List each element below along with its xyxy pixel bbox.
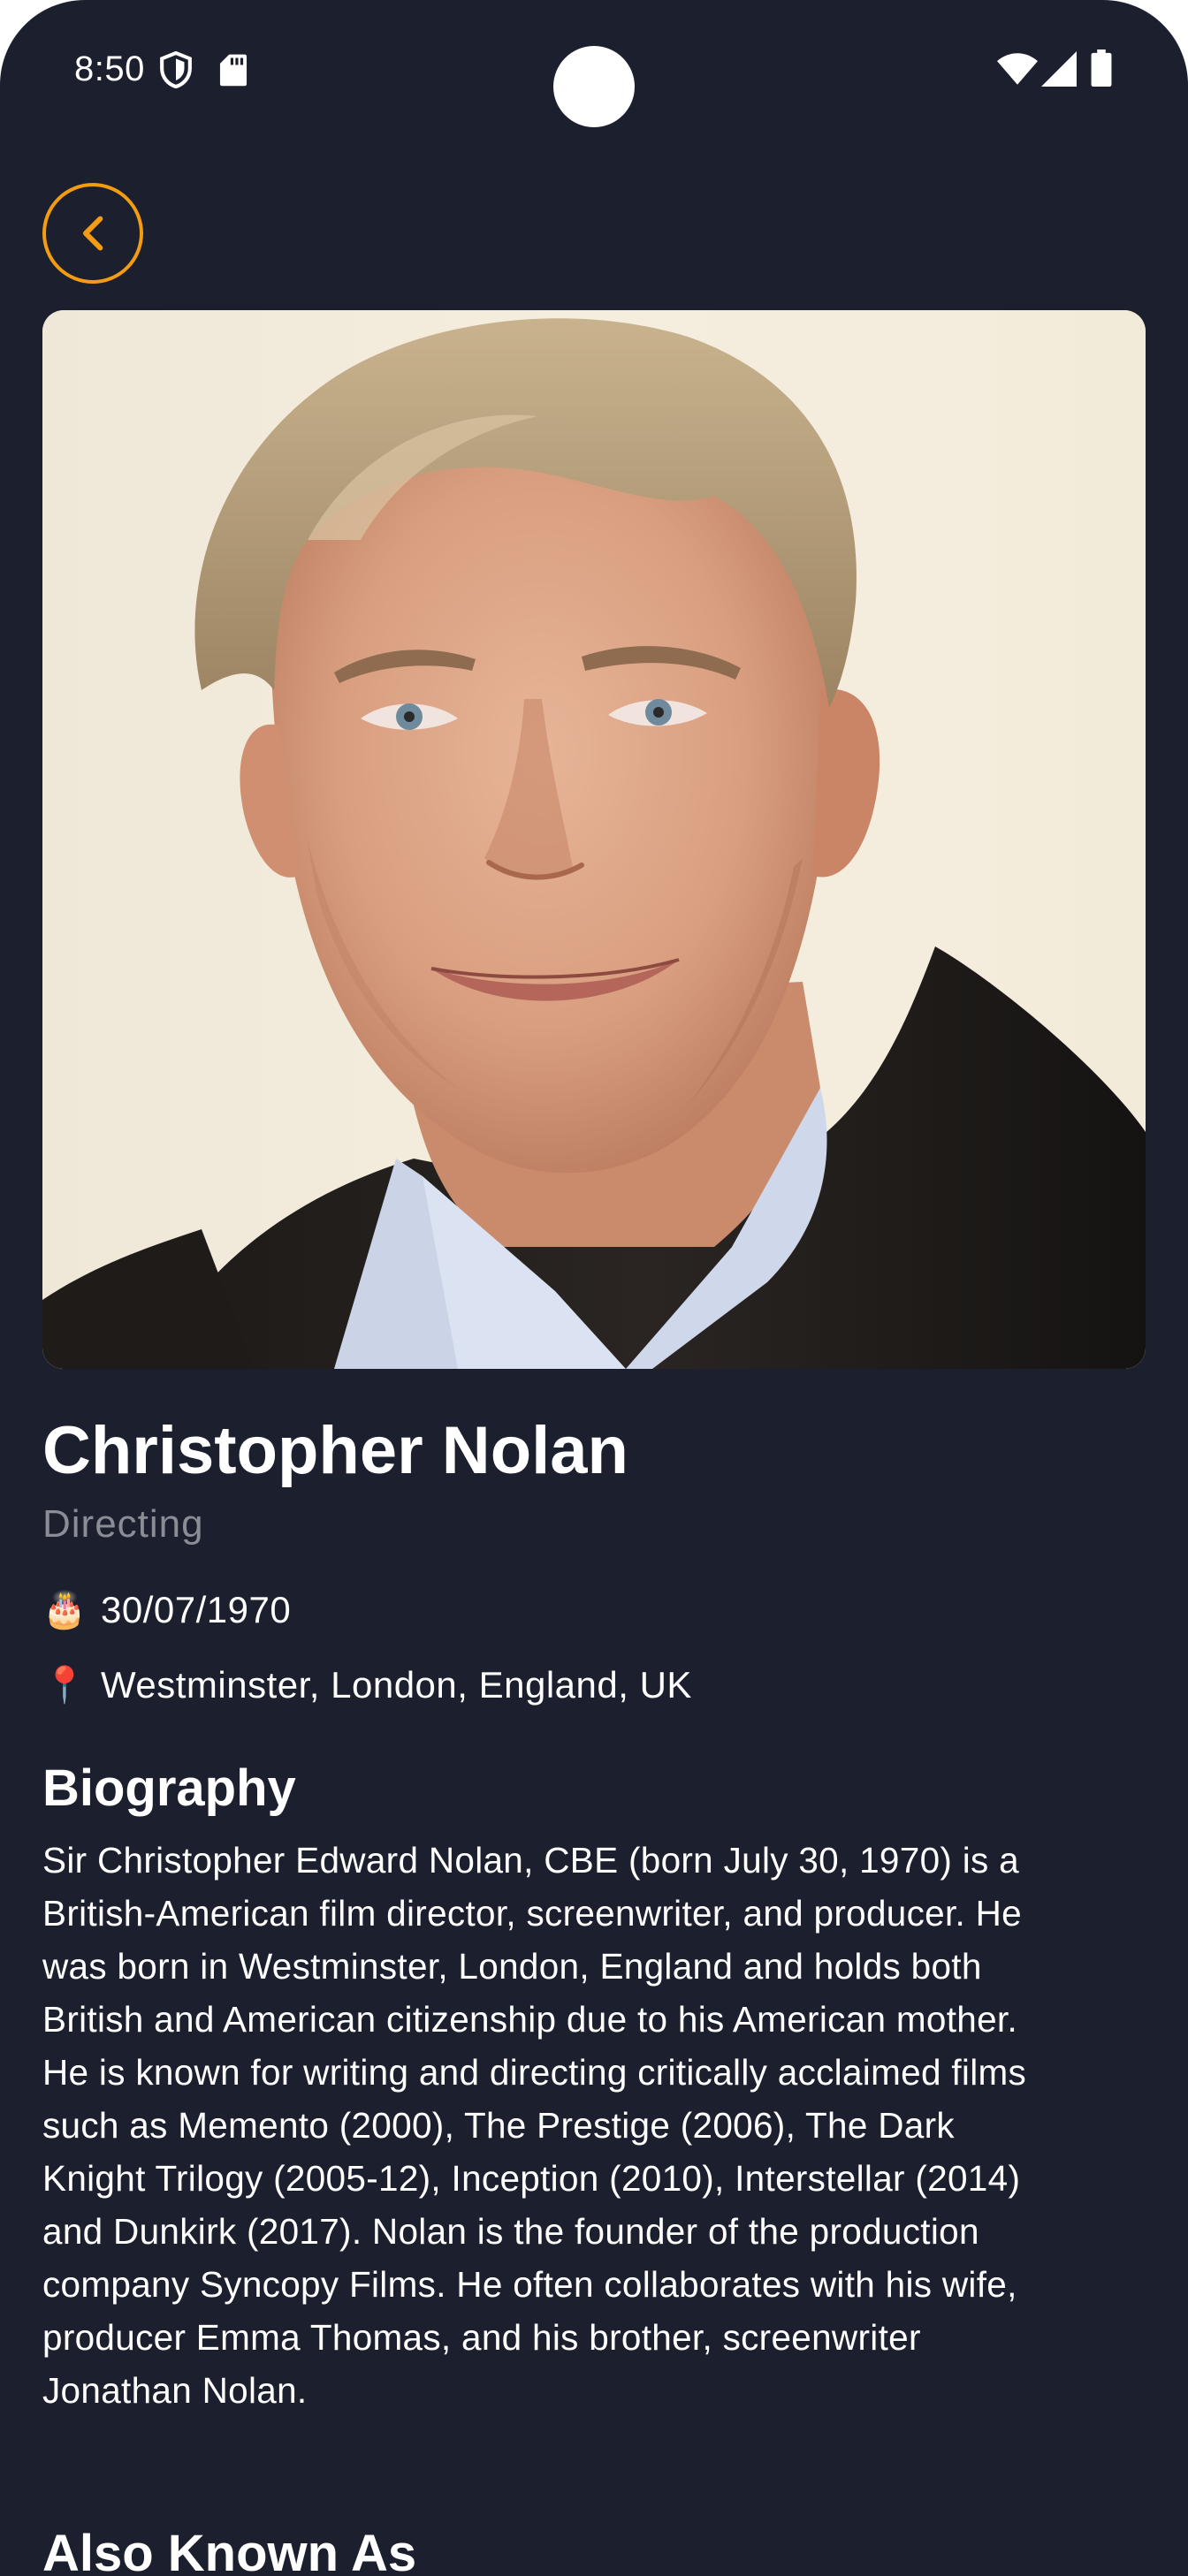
biography-title: Biography <box>42 1759 296 1817</box>
shield-icon <box>160 51 192 88</box>
biography-line: Knight Trilogy (2005-12), Inception (201… <box>42 2158 1021 2199</box>
place-of-birth-text: Westminster, London, England, UK <box>101 1664 692 1706</box>
biography-line: He is known for writing and directing cr… <box>42 2052 1027 2093</box>
birthday-cake-icon: 🎂 <box>42 1591 87 1630</box>
status-bar: 8:50 <box>0 0 1188 141</box>
camera-cutout <box>553 46 635 127</box>
birthday-text: 30/07/1970 <box>101 1589 292 1630</box>
sd-card-icon <box>219 54 248 87</box>
department-label: Directing <box>42 1502 204 1546</box>
battery-icon <box>1091 49 1112 87</box>
biography-line: British and American citizenship due to … <box>42 1999 1018 2040</box>
signal-icon <box>1041 51 1077 87</box>
biography-text: Sir Christopher Edward Nolan, CBE (born … <box>42 1834 1165 2417</box>
phone-screen: 8:50 Christopher Nolan Directing 🎂 30/07… <box>0 0 1188 2576</box>
back-button[interactable] <box>42 183 143 284</box>
biography-line: was born in Westminster, London, England… <box>42 1946 982 1987</box>
profile-photo <box>42 310 1146 1369</box>
status-time: 8:50 <box>74 49 145 88</box>
wifi-icon <box>997 53 1038 85</box>
biography-line: company Syncopy Films. He often collabor… <box>42 2264 1017 2305</box>
biography-line: such as Memento (2000), The Prestige (20… <box>42 2105 955 2146</box>
person-name: Christopher Nolan <box>42 1413 628 1488</box>
chevron-left-icon <box>82 216 103 251</box>
also-known-as-title: Also Known As <box>42 2525 417 2576</box>
portrait-image <box>42 310 1146 1369</box>
biography-line: Sir Christopher Edward Nolan, CBE (born … <box>42 1840 1019 1881</box>
biography-line: and Dunkirk (2017). Nolan is the founder… <box>42 2211 979 2252</box>
location-pin-icon: 📍 <box>42 1666 87 1705</box>
place-of-birth-row: 📍 Westminster, London, England, UK <box>42 1660 692 1710</box>
biography-line: producer Emma Thomas, and his brother, s… <box>42 2317 921 2358</box>
birthday-row: 🎂 30/07/1970 <box>42 1585 291 1635</box>
biography-line: British-American film director, screenwr… <box>42 1893 1023 1934</box>
biography-line: Jonathan Nolan. <box>42 2370 308 2411</box>
